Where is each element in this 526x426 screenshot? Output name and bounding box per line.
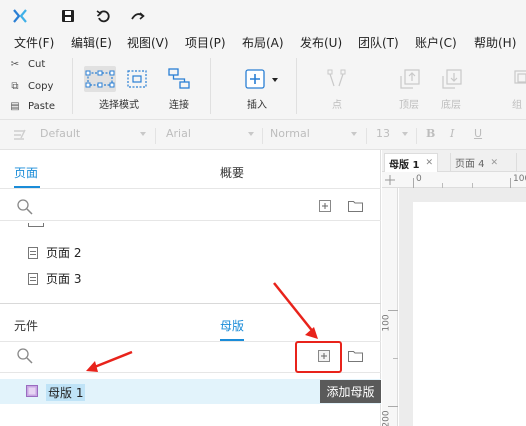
- annotation-arrows: [86, 282, 318, 372]
- arrow-head: [86, 361, 98, 372]
- arrow-to-add-master: [273, 282, 315, 334]
- tooltip: 添加母版: [320, 380, 381, 403]
- arrow-to-master-item: [91, 350, 133, 370]
- tooltip-text: 添加母版: [326, 385, 375, 399]
